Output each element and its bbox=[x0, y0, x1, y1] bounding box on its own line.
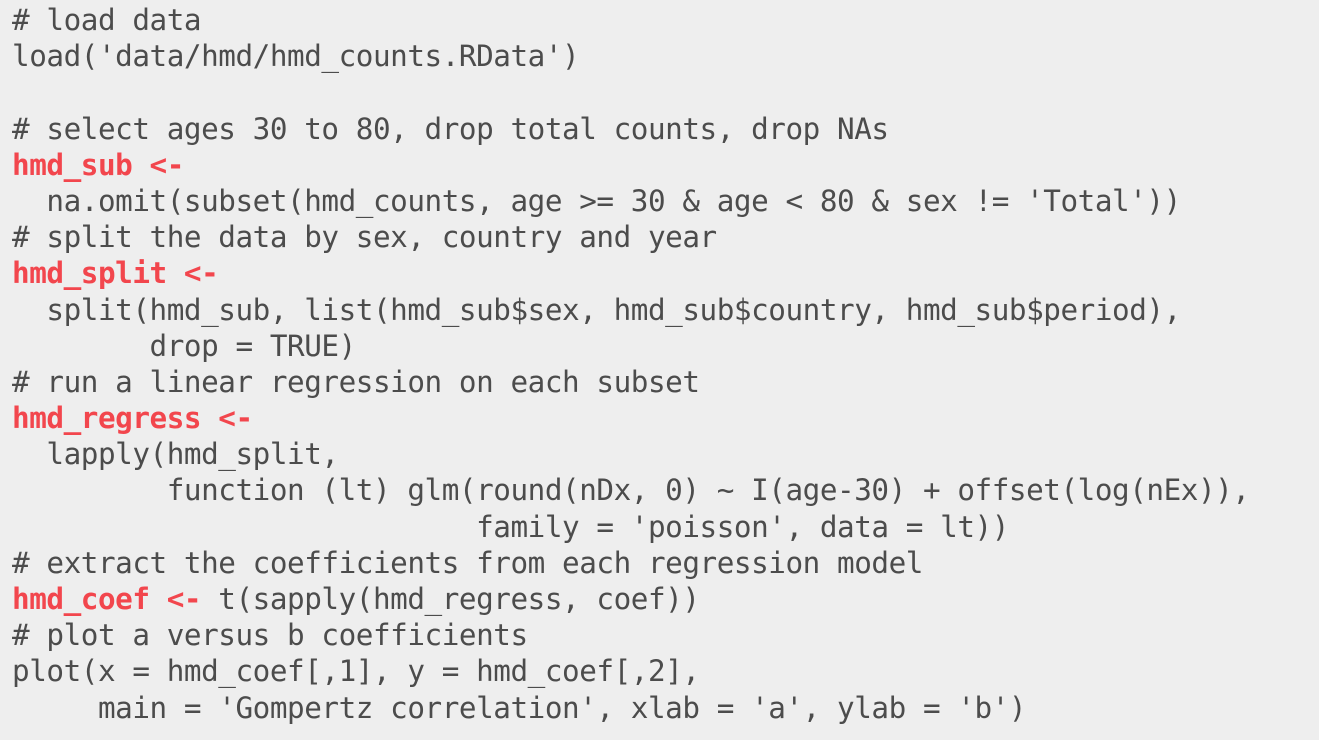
highlighted-assignment: hmd_coef <- bbox=[12, 582, 202, 616]
code-text: drop = TRUE) bbox=[12, 328, 357, 363]
code-text: plot(x = hmd_coef[,1], y = hmd_coef[,2], bbox=[12, 654, 700, 689]
code-line: plot(x = hmd_coef[,1], y = hmd_coef[,2], bbox=[12, 653, 1319, 689]
code-line: hmd_coef <- t(sapply(hmd_regress, coef)) bbox=[12, 581, 1319, 617]
code-line: # load data bbox=[12, 2, 1319, 38]
code-text: na.omit(subset(hmd_counts, age >= 30 & a… bbox=[12, 183, 1181, 218]
code-text: # plot a versus b coefficients bbox=[12, 618, 528, 653]
code-text: t(sapply(hmd_regress, coef)) bbox=[201, 582, 700, 616]
code-text: split(hmd_sub, list(hmd_sub$sex, hmd_sub… bbox=[12, 292, 1181, 327]
code-line: function (lt) glm(round(nDx, 0) ~ I(age-… bbox=[12, 472, 1319, 508]
code-line: main = 'Gompertz correlation', xlab = 'a… bbox=[12, 690, 1319, 726]
code-line: load('data/hmd/hmd_counts.RData') bbox=[12, 38, 1319, 74]
code-line: family = 'poisson', data = lt)) bbox=[12, 509, 1319, 545]
code-line: hmd_regress <- bbox=[12, 400, 1319, 436]
highlighted-assignment: hmd_sub <- bbox=[12, 147, 184, 182]
code-line: # run a linear regression on each subset bbox=[12, 364, 1319, 400]
code-text: # extract the coefficients from each reg… bbox=[12, 545, 923, 580]
code-line: hmd_sub <- bbox=[12, 147, 1319, 183]
code-line: # plot a versus b coefficients bbox=[12, 617, 1319, 653]
code-text: # load data bbox=[12, 3, 202, 37]
code-line: lapply(hmd_split, bbox=[12, 436, 1319, 472]
code-text: load('data/hmd/hmd_counts.RData') bbox=[12, 39, 580, 74]
code-text: lapply(hmd_split, bbox=[12, 437, 339, 472]
highlighted-assignment: hmd_split <- bbox=[12, 256, 219, 291]
code-text: family = 'poisson', data = lt)) bbox=[12, 509, 1009, 544]
highlighted-assignment: hmd_regress <- bbox=[12, 401, 253, 436]
code-line: hmd_split <- bbox=[12, 255, 1319, 291]
code-line: drop = TRUE) bbox=[12, 328, 1319, 364]
code-block: # load data load('data/hmd/hmd_counts.RDa… bbox=[0, 0, 1319, 740]
code-text: function (lt) glm(round(nDx, 0) ~ I(age-… bbox=[12, 473, 1250, 508]
code-text: main = 'Gompertz correlation', xlab = 'a… bbox=[12, 690, 1027, 725]
code-line: # split the data by sex, country and yea… bbox=[12, 219, 1319, 255]
code-line: split(hmd_sub, list(hmd_sub$sex, hmd_sub… bbox=[12, 292, 1319, 328]
code-text: # run a linear regression on each subset bbox=[12, 364, 700, 399]
code-line: na.omit(subset(hmd_counts, age >= 30 & a… bbox=[12, 183, 1319, 219]
code-line: # extract the coefficients from each reg… bbox=[12, 545, 1319, 581]
code-line: # select ages 30 to 80, drop total count… bbox=[12, 111, 1319, 147]
code-text: # split the data by sex, country and yea… bbox=[12, 220, 717, 255]
code-text: # select ages 30 to 80, drop total count… bbox=[12, 111, 889, 146]
